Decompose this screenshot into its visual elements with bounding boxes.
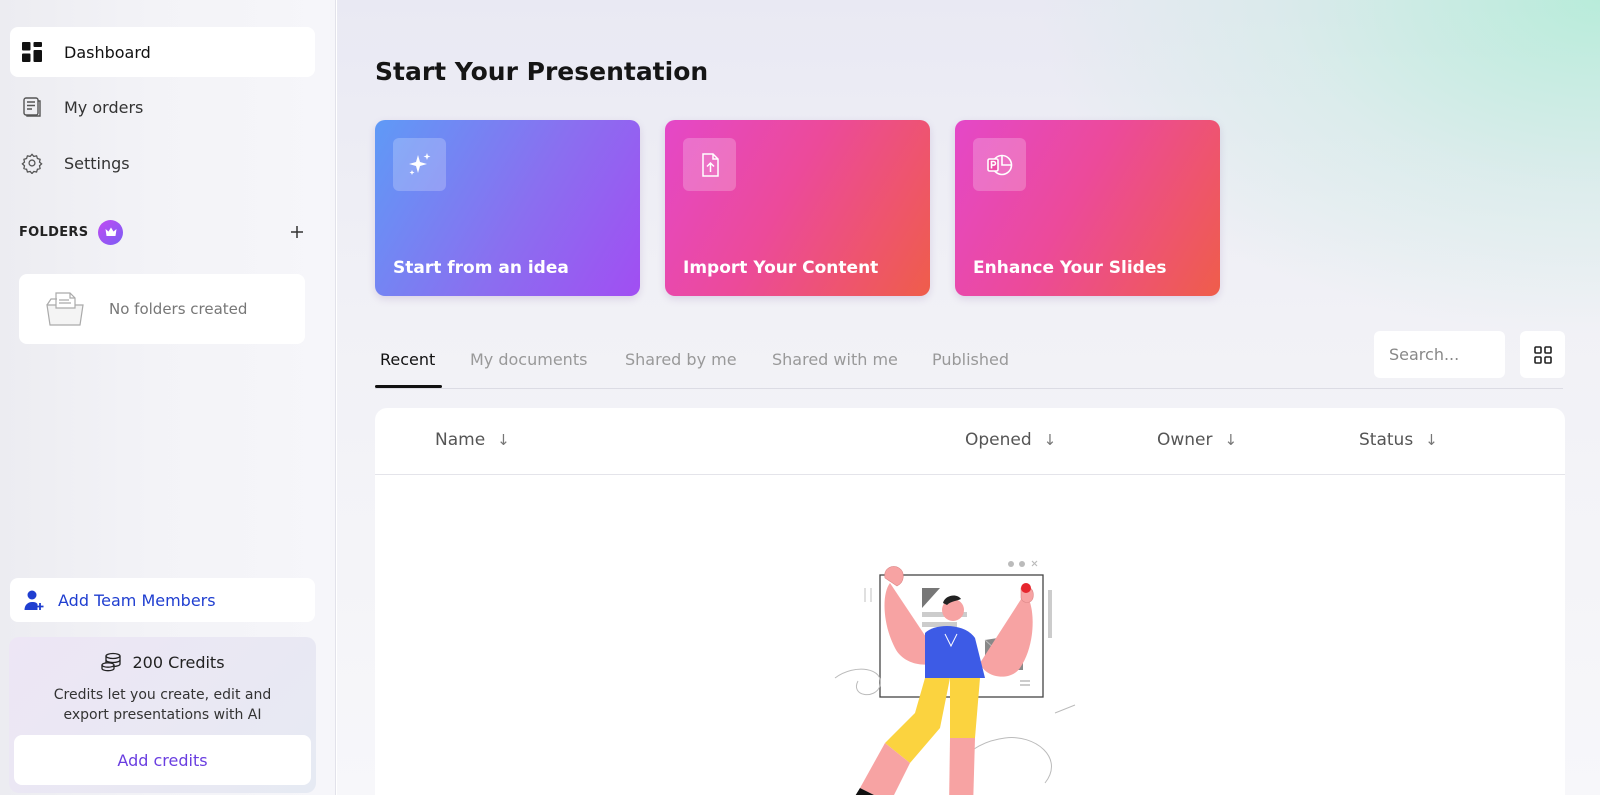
add-team-members-label: Add Team Members [58, 590, 216, 610]
coins-icon [101, 652, 122, 672]
grid-view-button[interactable] [1520, 331, 1565, 378]
sidebar-item-label: Dashboard [64, 42, 151, 62]
main-content: Start Your Presentation Start from an id… [337, 0, 1600, 795]
column-label: Opened [965, 430, 1032, 450]
plus-icon [291, 226, 303, 238]
sparkles-icon [393, 138, 446, 191]
card-label: Start from an idea [393, 258, 569, 278]
table-header: Name ↓ Opened ↓ Owner ↓ Status ↓ [375, 408, 1565, 475]
add-team-members-button[interactable]: Add Team Members [10, 578, 315, 622]
card-label: Import Your Content [683, 258, 879, 278]
page-title: Start Your Presentation [375, 57, 709, 86]
empty-folder-icon [46, 292, 84, 326]
column-opened[interactable]: Opened ↓ [965, 430, 1056, 450]
import-content-card[interactable]: Import Your Content [665, 120, 930, 296]
folders-header: FOLDERS [19, 216, 309, 248]
column-label: Name [435, 430, 486, 450]
file-upload-icon [683, 138, 736, 191]
enhance-slides-card[interactable]: Enhance Your Slides [955, 120, 1220, 296]
tab-published[interactable]: Published [932, 350, 1009, 369]
dashboard-icon [20, 40, 44, 64]
crown-icon [98, 219, 124, 245]
tab-recent[interactable]: Recent [380, 350, 435, 369]
no-folders-text: No folders created [109, 300, 248, 318]
tab-shared-with-me[interactable]: Shared with me [772, 350, 898, 369]
credits-title: 200 Credits [9, 651, 316, 673]
credits-panel: 200 Credits Credits let you create, edit… [9, 637, 316, 793]
sidebar-item-label: My orders [64, 97, 144, 117]
credits-description: Credits let you create, edit and export … [53, 687, 272, 723]
credits-count: 200 Credits [132, 652, 225, 672]
sidebar-item-label: Settings [64, 153, 130, 173]
tab-shared-by-me[interactable]: Shared by me [625, 350, 737, 369]
sort-arrow-icon: ↓ [1043, 431, 1057, 449]
column-owner[interactable]: Owner ↓ [1157, 430, 1237, 450]
gear-icon [20, 151, 44, 175]
sidebar-item-dashboard[interactable]: Dashboard [10, 27, 315, 77]
grid-icon [1533, 345, 1552, 364]
sort-arrow-icon: ↓ [1425, 431, 1438, 449]
add-folder-button[interactable] [285, 220, 309, 244]
sort-arrow-icon: ↓ [497, 431, 510, 449]
sidebar-item-my-orders[interactable]: My orders [10, 82, 315, 132]
sort-arrow-icon: ↓ [1224, 431, 1238, 449]
add-credits-button[interactable]: Add credits [14, 735, 311, 785]
add-user-icon [24, 590, 44, 610]
start-from-idea-card[interactable]: Start from an idea [375, 120, 640, 296]
column-status[interactable]: Status ↓ [1359, 430, 1438, 450]
tab-my-documents[interactable]: My documents [470, 350, 587, 369]
search-input[interactable] [1374, 331, 1505, 378]
sidebar-item-settings[interactable]: Settings [10, 138, 315, 188]
tabs-divider [375, 388, 1563, 389]
orders-icon [20, 95, 44, 119]
powerpoint-icon [973, 138, 1026, 191]
documents-table: Name ↓ Opened ↓ Owner ↓ Status ↓ [375, 408, 1565, 795]
folders-label: FOLDERS [19, 224, 89, 240]
card-label: Enhance Your Slides [973, 258, 1167, 278]
column-label: Owner [1157, 430, 1213, 450]
empty-state-illustration [834, 560, 1076, 795]
column-label: Status [1359, 430, 1414, 450]
column-name[interactable]: Name ↓ [435, 430, 510, 450]
sidebar: Dashboard My orders Settings FOLDERS No … [0, 0, 336, 795]
no-folders-placeholder: No folders created [19, 274, 305, 344]
